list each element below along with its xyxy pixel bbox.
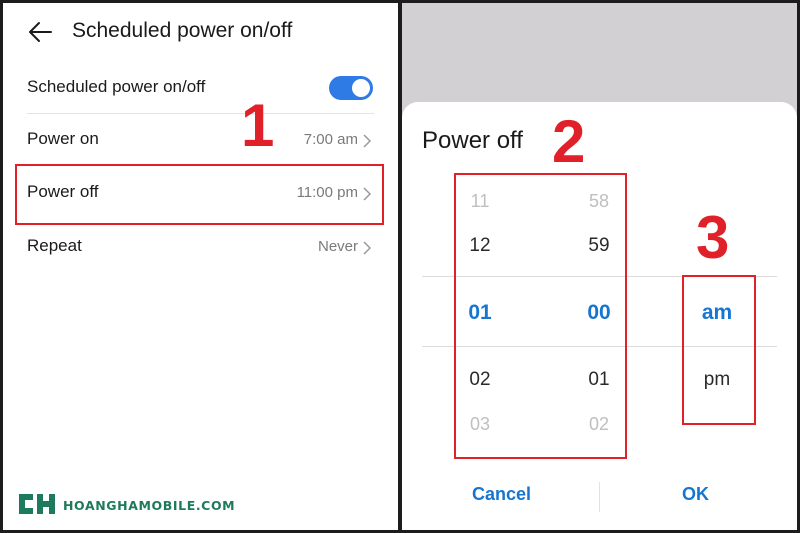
page-title: Scheduled power on/off (72, 19, 293, 42)
repeat-value: Never (317, 238, 358, 255)
step-number-3: 3 (696, 204, 730, 271)
chevron-right-icon (363, 134, 372, 148)
ok-button[interactable]: OK (682, 484, 709, 505)
period-highlight-box (682, 275, 756, 425)
logo-mark-icon (19, 494, 55, 514)
repeat-row[interactable]: Repeat Never (27, 222, 372, 274)
app-bar: Scheduled power on/off (3, 3, 398, 61)
logo-text: HOANGHAMOBILE.COM (63, 498, 236, 513)
repeat-label: Repeat (27, 236, 82, 255)
power-on-label: Power on (27, 129, 99, 148)
toggle-knob (352, 79, 370, 97)
logo: HOANGHAMOBILE.COM (17, 490, 247, 520)
scheduled-power-toggle[interactable] (329, 76, 373, 100)
dialog-title: Power off (422, 127, 523, 154)
toggle-row-label: Scheduled power on/off (27, 77, 206, 96)
scheduled-power-toggle-row[interactable]: Scheduled power on/off (27, 63, 372, 115)
step-number-2: 2 (552, 108, 586, 175)
back-arrow-icon[interactable] (27, 19, 53, 45)
chevron-right-icon (363, 241, 372, 255)
time-picker-screen: Power off 11 12 01 02 03 58 59 00 01 02 … (402, 3, 797, 530)
power-off-highlight-box (15, 164, 384, 225)
power-on-row[interactable]: Power on 7:00 am (27, 115, 372, 167)
hour-minute-highlight-box (454, 173, 627, 459)
button-divider (599, 482, 600, 512)
settings-screen: Scheduled power on/off Scheduled power o… (3, 3, 398, 530)
cancel-button[interactable]: Cancel (472, 484, 531, 505)
divider (27, 113, 374, 114)
step-number-1: 1 (241, 92, 275, 159)
power-on-value: 7:00 am (303, 131, 358, 148)
